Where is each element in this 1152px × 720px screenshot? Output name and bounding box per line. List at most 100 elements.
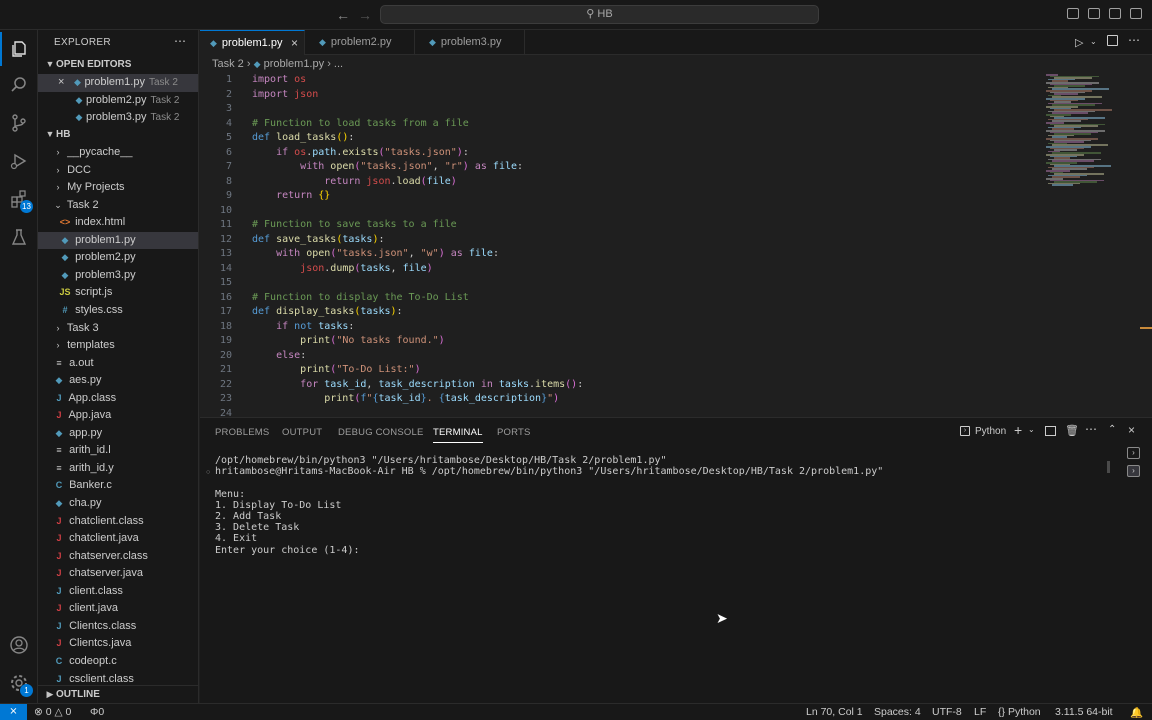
- file-item[interactable]: J App.class: [38, 390, 198, 408]
- split-terminal-icon[interactable]: [1045, 426, 1056, 436]
- panel-tab-debug-console[interactable]: DEBUG CONSOLE: [338, 427, 423, 438]
- file-item[interactable]: J chatclient.class: [38, 513, 198, 531]
- file-item[interactable]: J App.java: [38, 407, 198, 425]
- tree-item-label: problem2.py: [75, 251, 136, 264]
- toggle-primary-sidebar-icon[interactable]: [1067, 8, 1079, 19]
- maximize-panel-icon[interactable]: ⌃: [1108, 424, 1116, 435]
- folder-item[interactable]: › Task 3: [38, 320, 198, 338]
- outline-header[interactable]: ▶ OUTLINE: [38, 685, 198, 702]
- line-number: 24: [219, 407, 232, 418]
- toggle-secondary-sidebar-icon[interactable]: [1109, 8, 1121, 19]
- file-item[interactable]: J chatserver.java: [38, 565, 198, 583]
- close-icon[interactable]: ×: [58, 76, 64, 88]
- css-file-icon: #: [62, 304, 68, 315]
- search-icon[interactable]: [0, 68, 38, 102]
- testing-icon[interactable]: [0, 220, 38, 254]
- language-mode[interactable]: {} Python: [998, 706, 1041, 718]
- tree-item-label: csclient.class: [69, 672, 134, 685]
- breadcrumb-file[interactable]: problem1.py: [264, 58, 325, 70]
- indentation-status[interactable]: Spaces: 4: [874, 706, 921, 718]
- tab-problem3[interactable]: ◆ problem3.py: [415, 30, 525, 55]
- accounts-icon[interactable]: [0, 628, 38, 662]
- folder-header[interactable]: ▼ HB: [38, 126, 198, 143]
- file-item[interactable]: C codeopt.c: [38, 653, 198, 671]
- terminal-tab-icon[interactable]: ›: [1127, 447, 1140, 459]
- run-file-icon[interactable]: ▷: [1075, 36, 1083, 49]
- split-editor-icon[interactable]: [1107, 35, 1118, 46]
- more-actions-icon[interactable]: ⋯: [1085, 422, 1097, 436]
- file-item[interactable]: ◆ cha.py: [38, 495, 198, 513]
- open-editor-item[interactable]: ◆ problem2.py Task 2: [38, 92, 198, 110]
- remote-indicator-icon[interactable]: ⨯: [0, 704, 27, 720]
- more-actions-icon[interactable]: ⋯: [174, 34, 186, 48]
- folder-item[interactable]: › templates: [38, 337, 198, 355]
- file-item[interactable]: ≡ a.out: [38, 355, 198, 373]
- terminal-tab-icon[interactable]: ›: [1127, 465, 1140, 477]
- file-item[interactable]: JS script.js: [38, 284, 198, 302]
- explorer-icon[interactable]: [0, 32, 38, 66]
- terminal-scrollbar[interactable]: [1107, 461, 1110, 473]
- close-panel-icon[interactable]: ×: [1128, 423, 1135, 437]
- eol-status[interactable]: LF: [974, 706, 986, 718]
- manage-gear-icon[interactable]: 1: [0, 666, 38, 700]
- c-file-icon: C: [55, 480, 63, 491]
- file-item[interactable]: J client.class: [38, 583, 198, 601]
- tab-problem2[interactable]: ◆ problem2.py: [305, 30, 415, 55]
- open-editors-header[interactable]: ▼ OPEN EDITORS: [38, 56, 198, 73]
- command-center-search[interactable]: ⚲ HB: [380, 5, 819, 24]
- folder-item[interactable]: ⌄ Task 2: [38, 197, 198, 215]
- file-item[interactable]: ≡ arith_id.l: [38, 442, 198, 460]
- panel-tab-terminal[interactable]: TERMINAL: [433, 427, 483, 443]
- file-item[interactable]: ◆ problem1.py: [38, 231, 198, 250]
- open-editor-item[interactable]: × ◆ problem1.py Task 2: [38, 74, 198, 92]
- file-item[interactable]: C Banker.c: [38, 477, 198, 495]
- file-item[interactable]: J Clientcs.java: [38, 635, 198, 653]
- tab-problem1[interactable]: ◆ problem1.py ×: [200, 30, 305, 55]
- terminal-shell-label[interactable]: Python: [975, 426, 1006, 437]
- line-number: 19: [219, 335, 232, 346]
- back-arrow-icon[interactable]: ←: [336, 7, 350, 23]
- file-item[interactable]: ◆ problem2.py: [38, 249, 198, 267]
- cursor-position[interactable]: Ln 70, Col 1: [806, 706, 863, 718]
- customize-layout-icon[interactable]: [1130, 8, 1142, 19]
- chevron-right-icon: ›: [56, 182, 60, 193]
- chevron-down-icon[interactable]: ⌄: [1028, 425, 1035, 434]
- run-options-chevron-icon[interactable]: ⌄: [1090, 37, 1097, 46]
- file-item[interactable]: ◆ problem3.py: [38, 267, 198, 285]
- problems-status[interactable]: ⊗ 0 △ 0: [34, 706, 71, 718]
- file-item[interactable]: # styles.css: [38, 302, 198, 320]
- file-item[interactable]: J Clientcs.class: [38, 618, 198, 636]
- trash-icon[interactable]: 🗑: [1065, 424, 1079, 437]
- forward-arrow-icon[interactable]: →: [358, 7, 372, 23]
- toggle-panel-icon[interactable]: [1088, 8, 1100, 19]
- close-tab-icon[interactable]: ×: [291, 31, 298, 56]
- panel-tab-ports[interactable]: PORTS: [497, 427, 531, 438]
- file-item[interactable]: J chatclient.java: [38, 530, 198, 548]
- open-editor-item[interactable]: ◆ problem3.py Task 2: [38, 109, 198, 127]
- folder-item[interactable]: › __pycache__: [38, 144, 198, 162]
- new-terminal-icon[interactable]: +: [1014, 422, 1022, 438]
- breadcrumb-more[interactable]: ...: [334, 58, 343, 70]
- panel-tab-problems[interactable]: PROBLEMS: [215, 427, 269, 438]
- notifications-bell-icon[interactable]: 🔔: [1130, 706, 1143, 719]
- more-actions-icon[interactable]: ⋯: [1128, 33, 1140, 47]
- ports-status[interactable]: Φ0: [90, 706, 104, 718]
- panel-tab-output[interactable]: OUTPUT: [282, 427, 322, 438]
- file-item[interactable]: J client.java: [38, 600, 198, 618]
- source-control-icon[interactable]: [0, 106, 38, 140]
- python-interpreter[interactable]: 3.11.5 64-bit: [1055, 706, 1113, 718]
- python-file-icon: ◆: [319, 37, 326, 47]
- folder-item[interactable]: › DCC: [38, 162, 198, 180]
- file-item[interactable]: <> index.html: [38, 214, 198, 232]
- file-item[interactable]: ≡ arith_id.y: [38, 460, 198, 478]
- file-item[interactable]: ◆ aes.py: [38, 372, 198, 390]
- code-editor[interactable]: 1 2 3 4 5 6 7 8 9 10 11 12 13 14 15 16 17 18 19 20 21 22 23 24 …: [200, 72, 1152, 417]
- run-debug-icon[interactable]: [0, 144, 38, 178]
- file-item[interactable]: ◆ app.py: [38, 425, 198, 443]
- file-item[interactable]: J chatserver.class: [38, 548, 198, 566]
- encoding-status[interactable]: UTF-8: [932, 706, 962, 718]
- breadcrumb-folder[interactable]: Task 2: [212, 58, 244, 70]
- folder-item[interactable]: › My Projects: [38, 179, 198, 197]
- minimap[interactable]: [1046, 74, 1136, 189]
- extensions-icon[interactable]: 13: [0, 182, 38, 216]
